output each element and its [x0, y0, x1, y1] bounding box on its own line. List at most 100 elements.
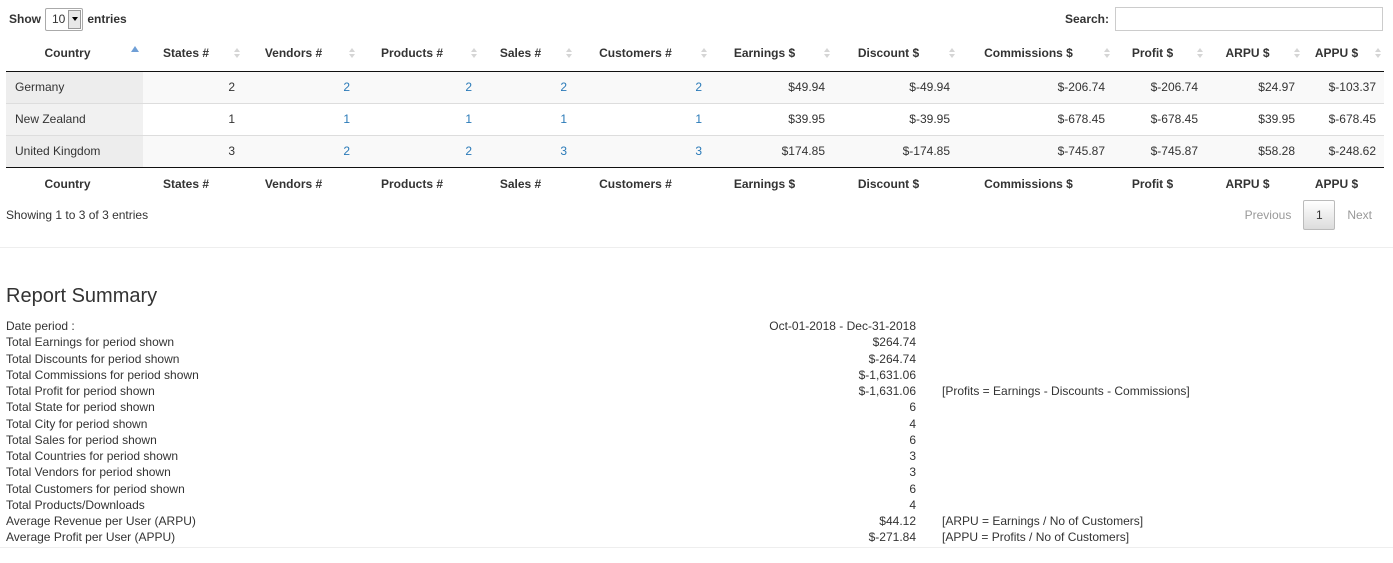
- summary-row: Total Countries for period shown 3: [6, 448, 1386, 464]
- col-header-earnings[interactable]: Earnings $: [710, 36, 833, 72]
- cell-arpu: $24.97: [1258, 80, 1295, 94]
- customers-link[interactable]: 1: [695, 112, 702, 126]
- sort-icon: [566, 48, 572, 59]
- summary-row: Average Profit per User (APPU) $-271.84 [A…: [6, 529, 1386, 545]
- summary-label: Total Countries for period shown: [6, 449, 179, 463]
- foot-country: Country: [6, 166, 143, 201]
- products-link[interactable]: 1: [465, 112, 472, 126]
- foot-profit: Profit $: [1113, 166, 1206, 201]
- cell-appu: $-248.62: [1303, 134, 1384, 167]
- col-header-country[interactable]: Country: [6, 36, 143, 72]
- summary-row: Total Sales for period shown 6: [6, 432, 1386, 448]
- summary-row: Total Vendors for period shown 3: [6, 464, 1386, 480]
- foot-states: States #: [143, 166, 243, 201]
- show-label: Show: [9, 12, 41, 26]
- summary-label: Total Sales for period shown: [6, 432, 157, 447]
- cell-discount: $-39.95: [833, 102, 958, 135]
- summary-value: 4: [909, 416, 916, 431]
- entries-per-page-select[interactable]: 10: [45, 7, 84, 31]
- vendors-link[interactable]: 2: [343, 80, 350, 94]
- previous-button[interactable]: Previous: [1233, 200, 1304, 230]
- cell-country: Germany: [6, 71, 143, 103]
- table-row: New Zealand 1 1 1 1 1 $39.95 $-39.95 $-6…: [6, 102, 1384, 135]
- sales-link[interactable]: 2: [560, 80, 567, 94]
- sales-link[interactable]: 1: [560, 112, 567, 126]
- cell-appu: $-103.37: [1328, 80, 1376, 94]
- summary-value: $264.74: [872, 335, 916, 350]
- cell-arpu: $39.95: [1206, 102, 1303, 135]
- col-header-appu[interactable]: APPU $: [1303, 36, 1384, 72]
- sort-icon: [949, 48, 955, 59]
- summary-value: 4: [909, 497, 916, 512]
- cell-commissions: $-206.74: [1057, 80, 1105, 94]
- summary-note: [APPU = Profits / No of Customers]: [942, 530, 1130, 545]
- vendors-link[interactable]: 2: [343, 144, 350, 158]
- summary-row: Total Earnings for period shown $264.74: [6, 334, 1386, 350]
- vendors-link[interactable]: 1: [343, 112, 350, 126]
- search-input[interactable]: [1115, 7, 1383, 31]
- foot-appu: APPU $: [1303, 166, 1384, 201]
- sort-icon: [1294, 48, 1300, 59]
- summary-row: Total Discounts for period shown $-264.74: [6, 351, 1386, 367]
- page-1-button[interactable]: 1: [1303, 200, 1336, 230]
- col-header-products[interactable]: Products #: [358, 36, 480, 72]
- cell-products: 1: [358, 102, 480, 135]
- table-row: Germany 2 2 2 2 2 $49.94 $-49.94 $-206.7…: [6, 71, 1384, 103]
- divider: [0, 247, 1393, 248]
- summary-note: [ARPU = Earnings / No of Customers]: [942, 514, 1144, 528]
- col-header-customers[interactable]: Customers #: [575, 36, 710, 72]
- summary-value: $44.12: [879, 514, 916, 528]
- cell-products: 2: [358, 134, 480, 167]
- col-header-states[interactable]: States #: [143, 36, 243, 72]
- cell-profit: $-678.45: [1113, 102, 1206, 135]
- summary-label: Total City for period shown: [6, 416, 148, 431]
- cell-earnings: $49.94: [788, 80, 825, 94]
- cell-discount: $-174.85: [833, 134, 958, 167]
- summary-row: Total Customers for period shown 6: [6, 481, 1386, 497]
- summary-label: Total Profit for period shown: [6, 384, 155, 398]
- cell-states: 3: [143, 134, 243, 167]
- cell-customers: 2: [575, 71, 710, 103]
- entries-label: entries: [87, 12, 127, 26]
- products-link[interactable]: 2: [465, 144, 472, 158]
- col-header-sales[interactable]: Sales #: [480, 36, 575, 72]
- col-header-vendors[interactable]: Vendors #: [243, 36, 358, 72]
- summary-value: 3: [909, 465, 916, 480]
- next-button[interactable]: Next: [1335, 200, 1384, 230]
- summary-note: [Profits = Earnings - Discounts - Commis…: [942, 384, 1190, 398]
- summary-value: Oct-01-2018 - Dec-31-2018: [769, 319, 916, 333]
- cell-earnings: $39.95: [710, 102, 833, 135]
- summary-value: 3: [909, 449, 916, 463]
- divider: [0, 547, 1393, 548]
- sales-link[interactable]: 3: [560, 144, 567, 158]
- table-header-row: Country States # Vendors # Products # Sa…: [6, 36, 1384, 72]
- cell-states: 2: [228, 80, 235, 94]
- summary-label: Date period :: [6, 319, 75, 333]
- summary-label: Total Commissions for period shown: [6, 367, 199, 382]
- foot-commissions: Commissions $: [958, 166, 1113, 201]
- summary-value: 6: [909, 432, 916, 447]
- summary-label: Total Customers for period shown: [6, 481, 185, 496]
- sort-icon: [471, 48, 477, 59]
- chevron-down-icon[interactable]: [68, 9, 82, 29]
- col-header-arpu[interactable]: ARPU $: [1206, 36, 1303, 72]
- customers-link[interactable]: 3: [695, 144, 702, 158]
- cell-commissions: $-678.45: [958, 102, 1113, 135]
- col-header-commissions[interactable]: Commissions $: [958, 36, 1113, 72]
- cell-country: New Zealand: [6, 102, 143, 135]
- summary-label: Average Revenue per User (ARPU): [6, 514, 196, 528]
- col-header-discount[interactable]: Discount $: [833, 36, 958, 72]
- col-header-profit[interactable]: Profit $: [1113, 36, 1206, 72]
- table-row: United Kingdom 3 2 2 3 3 $174.85 $-174.8…: [6, 134, 1384, 167]
- sort-icon: [1104, 48, 1110, 59]
- summary-row: Average Revenue per User (ARPU) $44.12 [AR…: [6, 513, 1386, 529]
- summary-row: Total City for period shown 4: [6, 416, 1386, 432]
- customers-link[interactable]: 2: [695, 80, 702, 94]
- entries-per-page-value: 10: [52, 12, 66, 26]
- sort-ascending-icon: [131, 46, 139, 52]
- cell-appu: $-678.45: [1303, 102, 1384, 135]
- foot-earnings: Earnings $: [710, 166, 833, 201]
- products-link[interactable]: 2: [465, 80, 472, 94]
- sort-icon: [824, 48, 830, 59]
- cell-country: United Kingdom: [6, 134, 143, 167]
